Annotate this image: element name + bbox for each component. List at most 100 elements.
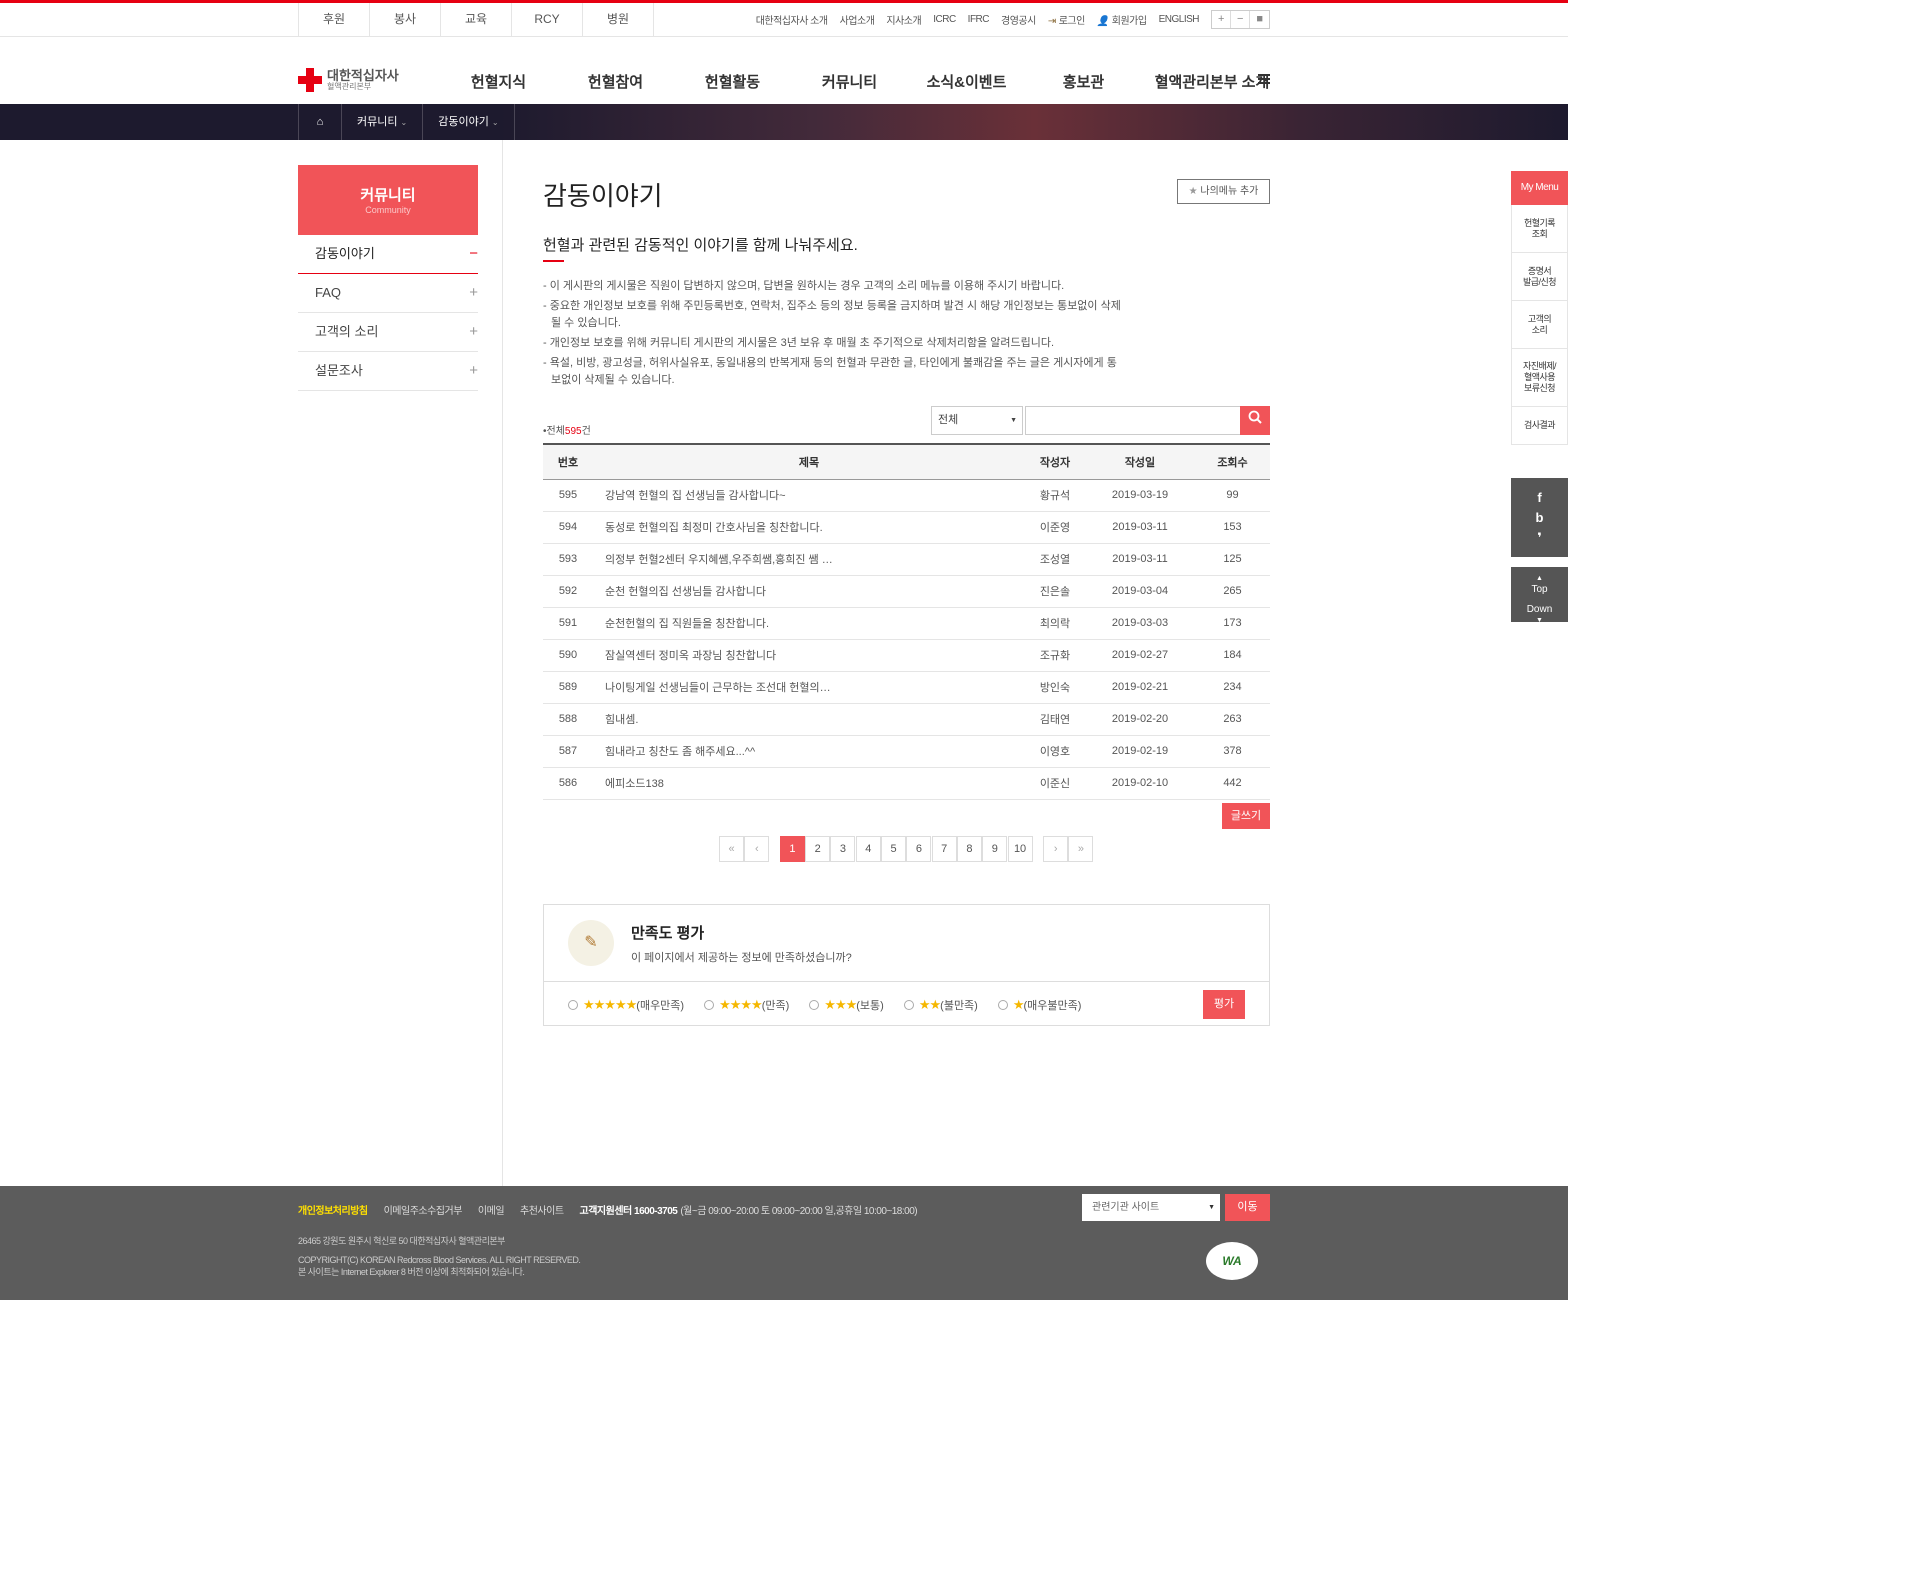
scroll-top-button[interactable]: ▲ Top: [1511, 573, 1568, 595]
sidebar-item-stories[interactable]: 감동이야기 −: [298, 235, 478, 274]
related-sites-go-button[interactable]: 이동: [1225, 1194, 1270, 1221]
global-nav: 대한적십자사 혈액관리본부 헌혈지식 헌혈참여 헌혈활동 커뮤니티 소식&이벤트…: [0, 37, 1568, 104]
row-title-link[interactable]: 순천헌혈의 집 직원들을 칭찬합니다.: [593, 607, 1025, 640]
search-category-select[interactable]: 전체: [931, 406, 1023, 435]
row-title-link[interactable]: 잠실역센터 정미옥 과장님 칭찬합니다: [593, 639, 1025, 672]
row-title-link[interactable]: 순천 헌혈의집 선생님들 감사합니다: [593, 575, 1025, 608]
menu-item-community[interactable]: 커뮤니티: [791, 71, 908, 92]
table-row[interactable]: 592 순천 헌혈의집 선생님들 감사합니다 진은솔 2019-03-04 265: [543, 575, 1270, 608]
footer-link-recommended[interactable]: 추천사이트: [520, 1202, 564, 1217]
util-link-icrc[interactable]: ICRC: [933, 14, 956, 25]
row-title-link[interactable]: 나이팅게일 선생님들이 근무하는 조선대 헌혈의…: [593, 671, 1025, 704]
login-icon: ⇥: [1047, 16, 1056, 27]
last-page-button[interactable]: »: [1068, 836, 1094, 862]
facebook-icon[interactable]: f: [1511, 488, 1568, 508]
row-title-link[interactable]: 에피소드138: [593, 767, 1025, 800]
page-6-button[interactable]: 6: [906, 836, 932, 862]
scroll-down-button[interactable]: Down ▼: [1511, 604, 1568, 626]
page-7-button[interactable]: 7: [931, 836, 957, 862]
next-page-button[interactable]: ›: [1043, 836, 1069, 862]
survey-submit-button[interactable]: 평가: [1203, 990, 1245, 1019]
table-row[interactable]: 591 순천헌혈의 집 직원들을 칭찬합니다. 최의락 2019-03-03 173: [543, 607, 1270, 640]
table-row[interactable]: 586 에피소드138 이준신 2019-02-10 442: [543, 767, 1270, 800]
logo[interactable]: 대한적십자사 혈액관리본부: [298, 68, 399, 92]
sidebar-item-survey[interactable]: 설문조사 +: [298, 352, 478, 391]
sidebar-item-faq[interactable]: FAQ +: [298, 274, 478, 313]
zoom-out-button[interactable]: −: [1231, 11, 1250, 28]
row-title-link[interactable]: 의정부 헌혈2센터 우지혜쌤,우주희쌤,홍희진 쌤 …: [593, 543, 1025, 576]
survey-option-neutral[interactable]: ★★★ (보통): [809, 997, 884, 1013]
page-2-button[interactable]: 2: [805, 836, 831, 862]
search-input[interactable]: [1025, 406, 1241, 435]
quick-menu-certificate[interactable]: 증명서 발급/신청: [1511, 253, 1568, 301]
radio-button[interactable]: [568, 1000, 578, 1010]
util-link-rcy[interactable]: RCY: [512, 3, 583, 36]
zoom-reset-button[interactable]: ■: [1250, 11, 1269, 28]
menu-item-participate[interactable]: 헌혈참여: [557, 71, 674, 92]
table-row[interactable]: 593 의정부 헌혈2센터 우지혜쌤,우주희쌤,홍희진 쌤 … 조성열 2019-03…: [543, 543, 1270, 576]
breadcrumb-current[interactable]: 감동이야기 ⌄: [422, 104, 515, 140]
search-icon[interactable]: [1240, 406, 1270, 435]
util-link-disclosure[interactable]: 경영공시: [1001, 12, 1036, 27]
blog-icon[interactable]: b: [1511, 508, 1568, 528]
util-link-volunteer[interactable]: 봉사: [370, 3, 441, 36]
radio-button[interactable]: [903, 1000, 914, 1010]
util-link-ifrc[interactable]: IFRC: [968, 14, 990, 25]
sidebar-item-voice[interactable]: 고객의 소리 +: [298, 313, 478, 352]
table-row[interactable]: 589 나이팅게일 선생님들이 근무하는 조선대 헌혈의… 방인숙 2019-02-2…: [543, 671, 1270, 704]
table-row[interactable]: 587 힘내라고 칭찬도 좀 해주세요...^^ 이영호 2019-02-19 378: [543, 735, 1270, 768]
quick-menu-donation-record[interactable]: 헌혈기록 조회: [1511, 205, 1568, 253]
prev-page-button[interactable]: ‹: [744, 836, 770, 862]
menu-item-knowledge[interactable]: 헌혈지식: [440, 71, 557, 92]
survey-option-dissatisfied[interactable]: ★★ (불만족): [903, 997, 978, 1013]
quick-menu-customer-voice[interactable]: 고객의 소리: [1511, 301, 1568, 349]
survey-option-satisfied[interactable]: ★★★★ (만족): [704, 997, 789, 1013]
zoom-in-button[interactable]: +: [1212, 11, 1231, 28]
row-title-link[interactable]: 강남역 헌혈의 집 선생님들 감사합니다~: [593, 479, 1025, 512]
home-icon[interactable]: ⌂: [298, 104, 341, 140]
login-link[interactable]: ⇥ 로그인: [1047, 12, 1086, 27]
util-link-donate[interactable]: 후원: [299, 3, 370, 36]
english-link[interactable]: ENGLISH: [1159, 14, 1200, 25]
add-my-menu-button[interactable]: ★ 나의메뉴 추가: [1177, 179, 1270, 204]
page-10-button[interactable]: 10: [1007, 836, 1033, 862]
radio-button[interactable]: [809, 1000, 820, 1010]
menu-item-news-events[interactable]: 소식&이벤트: [908, 71, 1025, 92]
page-4-button[interactable]: 4: [855, 836, 881, 862]
table-row[interactable]: 595 강남역 헌혈의 집 선생님들 감사합니다~ 황규석 2019-03-19 99: [543, 479, 1270, 512]
menu-item-activity[interactable]: 헌혈활동: [674, 71, 791, 92]
footer-link-email[interactable]: 이메일: [478, 1202, 505, 1217]
table-row[interactable]: 594 동성로 헌혈의집 최정미 간호사님을 칭찬합니다. 이준영 2019-03-1…: [543, 511, 1270, 544]
row-title-link[interactable]: 힘내셈.: [593, 703, 1025, 736]
quote-icon[interactable]: ❜: [1511, 528, 1568, 548]
table-row[interactable]: 590 잠실역센터 정미옥 과장님 칭찬합니다 조규화 2019-02-27 184: [543, 639, 1270, 672]
row-title-link[interactable]: 힘내라고 칭찬도 좀 해주세요...^^: [593, 735, 1025, 768]
radio-button[interactable]: [997, 1000, 1008, 1010]
survey-option-very-satisfied[interactable]: ★★★★★ (매우만족): [568, 997, 684, 1013]
util-link-business[interactable]: 사업소개: [840, 12, 875, 27]
row-title-link[interactable]: 동성로 헌혈의집 최정미 간호사님을 칭찬합니다.: [593, 511, 1025, 544]
page-8-button[interactable]: 8: [956, 836, 982, 862]
page-3-button[interactable]: 3: [830, 836, 856, 862]
page-5-button[interactable]: 5: [881, 836, 907, 862]
hamburger-menu-icon[interactable]: [1258, 74, 1270, 86]
survey-option-very-dissatisfied[interactable]: ★ (매우불만족): [997, 997, 1081, 1013]
breadcrumb-community[interactable]: 커뮤니티 ⌄: [341, 104, 422, 140]
util-link-about[interactable]: 대한적십자사 소개: [756, 12, 828, 27]
footer-link-email-refusal[interactable]: 이메일주소수집거부: [384, 1202, 463, 1217]
footer-link-privacy[interactable]: 개인정보처리방침: [298, 1202, 368, 1217]
page-1-button[interactable]: 1: [779, 836, 805, 862]
util-link-education[interactable]: 교육: [441, 3, 512, 36]
quick-menu-test-results[interactable]: 검사결과: [1511, 407, 1568, 445]
quick-menu-self-exclusion[interactable]: 자진배제/ 혈액사용 보류신청: [1511, 349, 1568, 407]
table-row[interactable]: 588 힘내셈. 김태연 2019-02-20 263: [543, 703, 1270, 736]
related-sites-select[interactable]: 관련기관 사이트: [1082, 1194, 1220, 1221]
menu-item-pr[interactable]: 홍보관: [1025, 71, 1142, 92]
radio-button[interactable]: [704, 1000, 715, 1010]
first-page-button[interactable]: «: [719, 836, 744, 862]
join-link[interactable]: 👤 회원가입: [1097, 12, 1147, 27]
util-link-branches[interactable]: 지사소개: [886, 12, 921, 27]
util-link-hospital[interactable]: 병원: [583, 3, 654, 36]
write-button[interactable]: 글쓰기: [1222, 803, 1270, 829]
page-9-button[interactable]: 9: [982, 836, 1008, 862]
